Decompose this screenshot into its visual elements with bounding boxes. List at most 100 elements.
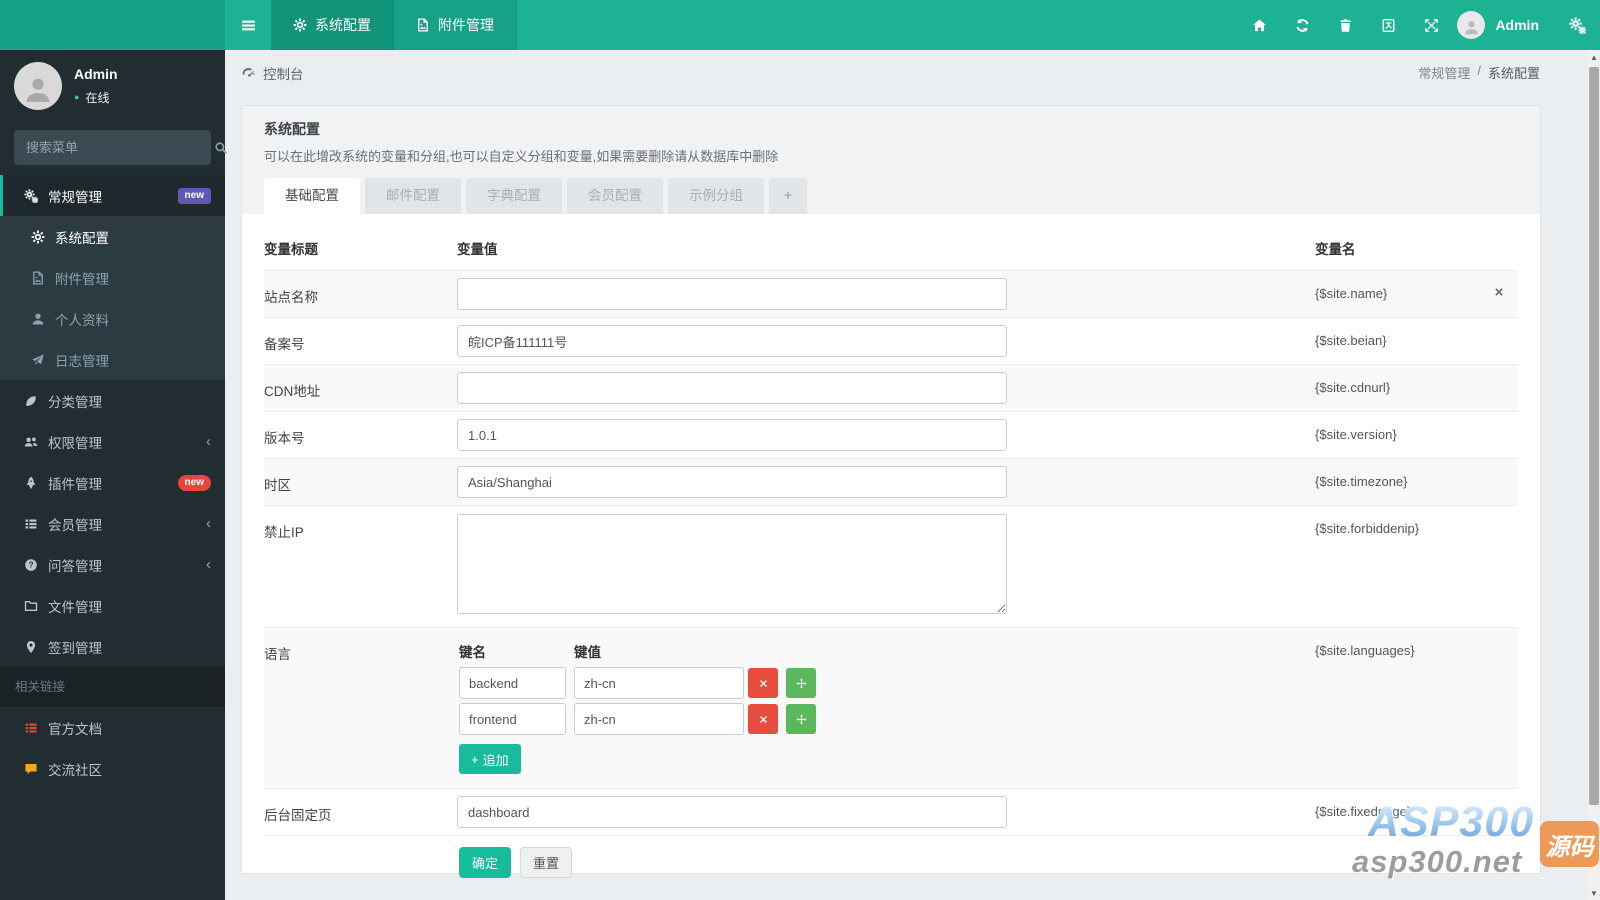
users-icon bbox=[24, 435, 38, 449]
scroll-down-arrow[interactable]: ▼ bbox=[1588, 886, 1600, 900]
map-marker-icon bbox=[24, 640, 38, 654]
move-pair-button[interactable] bbox=[786, 668, 816, 698]
file-icon bbox=[416, 18, 430, 32]
site-name-input[interactable] bbox=[457, 278, 1007, 310]
tab-basic[interactable]: 基础配置 bbox=[264, 178, 360, 214]
language-icon[interactable] bbox=[1381, 18, 1396, 33]
new-badge: new bbox=[177, 187, 211, 204]
breadcrumb-parent[interactable]: 常规管理 bbox=[1418, 63, 1470, 82]
page-title: 系统配置 bbox=[264, 121, 320, 137]
form-footer: 确定 重置 bbox=[264, 835, 1518, 878]
top-navbar: 系统配置 附件管理 Admin bbox=[0, 0, 1600, 50]
user-icon bbox=[31, 312, 45, 326]
username-menu[interactable]: Admin bbox=[1495, 17, 1539, 33]
form-row-fixedpage: 后台固定页 {$site.fixedpage} bbox=[264, 788, 1518, 835]
sidebar-item-qa[interactable]: ? 问答管理 ‹ bbox=[0, 544, 225, 585]
sidebar-search bbox=[14, 130, 228, 165]
move-arrows-icon bbox=[796, 678, 807, 689]
menu-search-button[interactable] bbox=[214, 130, 228, 165]
question-circle-icon: ? bbox=[24, 558, 38, 572]
form-row-forbiddenip: 禁止IP {$site.forbiddenip} bbox=[264, 505, 1518, 627]
breadcrumb-separator: / bbox=[1477, 63, 1481, 78]
trash-icon[interactable] bbox=[1338, 18, 1353, 33]
field-label: CDN地址 bbox=[264, 384, 321, 399]
tab-email[interactable]: 邮件配置 bbox=[365, 178, 461, 214]
x-icon bbox=[758, 678, 769, 689]
fullscreen-icon[interactable] bbox=[1424, 18, 1439, 33]
sidebar-toggle-button[interactable] bbox=[225, 0, 271, 50]
gear-icon bbox=[31, 230, 45, 244]
sidebar-user-status: ● 在线 bbox=[74, 89, 118, 106]
forbidden-ip-textarea[interactable] bbox=[457, 514, 1007, 614]
sidebar-link-community[interactable]: 交流社区 bbox=[0, 748, 225, 789]
avatar[interactable] bbox=[14, 62, 62, 110]
append-label: 追加 bbox=[482, 752, 509, 768]
home-icon[interactable] bbox=[1252, 18, 1267, 33]
cdn-url-input[interactable] bbox=[457, 372, 1007, 404]
language-key-input[interactable] bbox=[459, 667, 566, 699]
tab-member[interactable]: 会员配置 bbox=[567, 178, 663, 214]
sidebar-item-auth[interactable]: 权限管理 ‹ bbox=[0, 421, 225, 462]
online-status-label: 在线 bbox=[85, 91, 110, 105]
submit-button[interactable]: 确定 bbox=[459, 847, 512, 878]
sidebar-item-logs[interactable]: 日志管理 bbox=[0, 339, 225, 380]
chevron-left-icon: ‹ bbox=[206, 556, 211, 573]
sidebar-item-system-config[interactable]: 系统配置 bbox=[0, 216, 225, 257]
sidebar-section-header: 相关链接 bbox=[0, 667, 225, 707]
breadcrumb-home[interactable]: 控制台 bbox=[241, 63, 304, 83]
menu-search-input[interactable] bbox=[14, 140, 214, 155]
nav-tab-attachment[interactable]: 附件管理 bbox=[394, 0, 517, 50]
remove-field-icon[interactable]: × bbox=[1495, 284, 1504, 301]
sidebar-item-label: 常规管理 bbox=[48, 189, 102, 205]
delete-pair-button[interactable] bbox=[748, 668, 778, 698]
kv-row-frontend bbox=[459, 703, 1315, 735]
sidebar-item-label: 签到管理 bbox=[48, 640, 102, 656]
fixed-page-input[interactable] bbox=[457, 796, 1007, 828]
tab-dictionary[interactable]: 字典配置 bbox=[466, 178, 562, 214]
tab-example-group[interactable]: 示例分组 bbox=[668, 178, 764, 214]
reset-button[interactable]: 重置 bbox=[520, 847, 573, 878]
sidebar-item-general[interactable]: 常规管理 new bbox=[0, 175, 225, 216]
append-pair-button[interactable]: + 追加 bbox=[459, 744, 521, 774]
brand-logo-area[interactable] bbox=[0, 0, 225, 50]
form-row-timezone: 时区 {$site.timezone} bbox=[264, 458, 1518, 505]
sidebar-item-label: 会员管理 bbox=[48, 517, 102, 533]
beian-input[interactable] bbox=[457, 325, 1007, 357]
breadcrumb: 控制台 常规管理 / 系统配置 bbox=[225, 50, 1588, 95]
plus-icon: + bbox=[471, 751, 479, 767]
scroll-up-arrow[interactable]: ▲ bbox=[1588, 50, 1600, 64]
version-input[interactable] bbox=[457, 419, 1007, 451]
hamburger-icon bbox=[240, 17, 257, 34]
kv-value-header: 键值 bbox=[574, 645, 601, 660]
nav-tab-system-config[interactable]: 系统配置 bbox=[271, 0, 394, 50]
user-avatar[interactable] bbox=[1457, 11, 1486, 39]
sidebar-item-attachment[interactable]: 附件管理 bbox=[0, 257, 225, 298]
nav-tab-label: 附件管理 bbox=[438, 17, 494, 33]
sidebar-item-profile[interactable]: 个人资料 bbox=[0, 298, 225, 339]
delete-pair-button[interactable] bbox=[748, 704, 778, 734]
scrollbar-thumb[interactable] bbox=[1589, 67, 1599, 805]
settings-cogs-icon[interactable] bbox=[1569, 16, 1586, 34]
sidebar-item-label: 个人资料 bbox=[55, 312, 109, 328]
sidebar-item-files[interactable]: 文件管理 bbox=[0, 585, 225, 626]
language-value-input[interactable] bbox=[574, 667, 744, 699]
breadcrumb-current: 系统配置 bbox=[1487, 66, 1540, 81]
sidebar-item-signin[interactable]: 签到管理 bbox=[0, 626, 225, 667]
online-dot-icon: ● bbox=[74, 92, 80, 102]
sidebar-item-addon[interactable]: 插件管理 new bbox=[0, 462, 225, 503]
chevron-left-icon: ‹ bbox=[206, 433, 211, 450]
sidebar-item-label: 日志管理 bbox=[55, 353, 109, 369]
add-group-tab[interactable]: + bbox=[769, 178, 807, 214]
move-pair-button[interactable] bbox=[786, 704, 816, 734]
language-value-input[interactable] bbox=[574, 703, 744, 735]
sidebar-item-label: 官方文档 bbox=[48, 721, 102, 737]
refresh-icon[interactable] bbox=[1295, 18, 1310, 33]
language-key-input[interactable] bbox=[459, 703, 566, 735]
folder-icon bbox=[24, 599, 38, 613]
sidebar-item-category[interactable]: 分类管理 bbox=[0, 380, 225, 421]
sidebar-item-members[interactable]: 会员管理 ‹ bbox=[0, 503, 225, 544]
timezone-input[interactable] bbox=[457, 466, 1007, 498]
panel-body: 变量标题 变量值 变量名 站点名称 {$site.name} × 备案号 {$s… bbox=[242, 214, 1540, 878]
field-label: 备案号 bbox=[264, 337, 305, 352]
sidebar-link-docs[interactable]: 官方文档 bbox=[0, 707, 225, 748]
